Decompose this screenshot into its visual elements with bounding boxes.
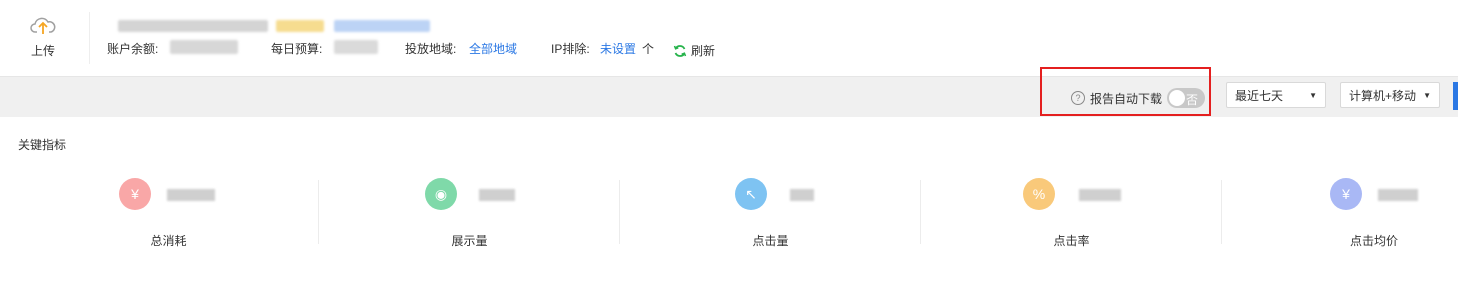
metrics-title: 关键指标: [18, 138, 67, 152]
date-range-select[interactable]: 最近七天 ▼: [1226, 82, 1326, 108]
ip-exclude-value-link[interactable]: 未设置: [600, 40, 636, 57]
eye-icon: ◉: [425, 178, 457, 210]
ip-exclude-unit: 个: [642, 42, 655, 56]
refresh-label: 刷新: [691, 44, 716, 58]
cloud-upload-icon: [30, 17, 56, 34]
account-tag-redacted: [276, 20, 324, 32]
metric-total-cost: ¥ 总消耗: [18, 178, 319, 248]
daily-budget-label: 每日预算:: [271, 42, 323, 56]
metric-value-redacted: [167, 189, 215, 201]
metric-ctr: % 点击率: [921, 178, 1222, 248]
upload-label: 上传: [30, 44, 55, 58]
yen-icon: ¥: [119, 178, 151, 210]
region-label: 投放地域:: [405, 42, 457, 56]
metric-avg-cpc: ¥ 点击均价: [1222, 178, 1458, 248]
region-value-link[interactable]: 全部地域: [469, 40, 517, 57]
cursor-icon: ↖: [735, 178, 767, 210]
ip-exclude-label: IP排除:: [551, 42, 590, 56]
balance-value-redacted: [170, 40, 238, 54]
date-range-value: 最近七天: [1235, 88, 1284, 103]
metric-value-redacted: [479, 189, 515, 201]
metric-name: 总消耗: [150, 234, 187, 248]
metric-value-redacted: [1079, 189, 1121, 201]
metric-name: 点击均价: [1349, 234, 1398, 248]
metric-clicks: ↖ 点击量: [620, 178, 921, 248]
upload-button[interactable]: 上传: [20, 14, 66, 64]
refresh-button[interactable]: 刷新: [673, 42, 715, 59]
balance-label: 账户余额:: [107, 42, 159, 56]
metric-name: 点击量: [752, 234, 789, 248]
account-id-redacted: [334, 20, 430, 32]
highlight-box: [1040, 67, 1211, 116]
account-name-redacted: [118, 20, 268, 32]
yen-circle-icon: ¥: [1330, 178, 1362, 210]
device-value: 计算机+移动: [1349, 88, 1417, 103]
metric-value-redacted: [1378, 189, 1418, 201]
device-select[interactable]: 计算机+移动 ▼: [1340, 82, 1440, 108]
daily-budget-value-redacted: [334, 40, 378, 54]
caret-down-icon: ▼: [1309, 90, 1317, 100]
metric-value-redacted: [790, 189, 814, 201]
percent-icon: %: [1023, 178, 1055, 210]
caret-down-icon: ▼: [1423, 90, 1431, 100]
metric-name: 展示量: [451, 234, 488, 248]
toolbar-edge-button[interactable]: [1453, 82, 1458, 110]
metric-impressions: ◉ 展示量: [319, 178, 620, 248]
refresh-icon: [673, 44, 687, 57]
header-divider: [89, 12, 90, 64]
account-header: 上传 账户余额: 每日预算: 投放地域: 全部地域 IP排除: 未设置 个 刷新: [0, 0, 1458, 76]
metric-name: 点击率: [1053, 234, 1090, 248]
